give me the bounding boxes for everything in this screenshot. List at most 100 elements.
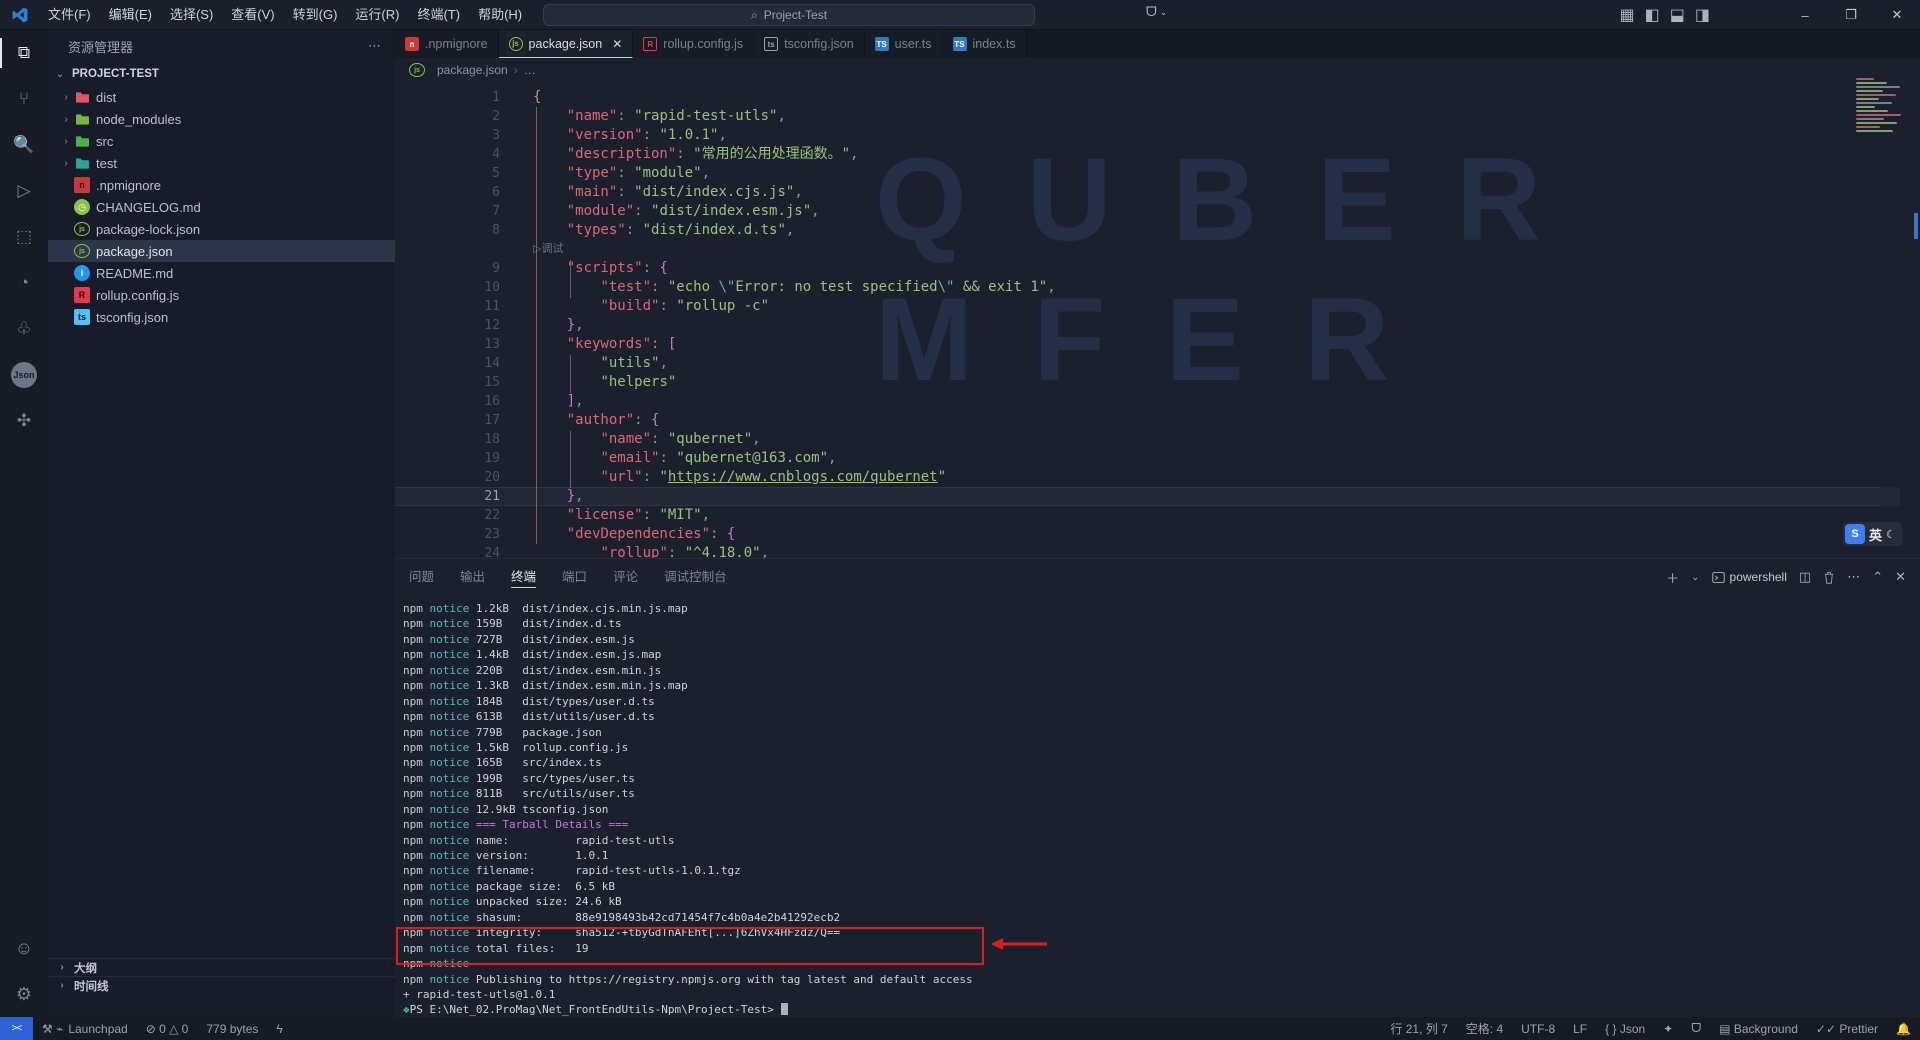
status-prettier[interactable]: ✓✓ Prettier (1807, 1017, 1887, 1040)
tree-item-package.json[interactable]: jspackage.json (48, 240, 395, 262)
terminal-dropdown-icon[interactable]: ⌄ (1691, 572, 1699, 583)
menu-item-T[interactable]: 终端(T) (408, 0, 469, 30)
line-number: 12 (395, 316, 500, 335)
command-center-search[interactable]: ⌕ Project-Test (543, 4, 1035, 26)
tab-index.ts[interactable]: TSindex.ts (943, 30, 1027, 58)
status-extension-a[interactable]: ✦ (1654, 1017, 1682, 1040)
tree-item-README.md[interactable]: iREADME.md (48, 262, 395, 284)
extensions-icon[interactable]: ⬚ (0, 214, 48, 260)
file-icon: n (405, 37, 419, 51)
panel-tab-评论[interactable]: 评论 (613, 559, 638, 595)
panel-tab-问题[interactable]: 问题 (409, 559, 434, 595)
status-power[interactable]: ϟ (267, 1017, 291, 1040)
line-number: 11 (395, 297, 500, 316)
toggle-panel-icon[interactable]: ⬓ (1670, 5, 1685, 25)
kill-terminal-icon[interactable] (1823, 571, 1835, 584)
customize-layout-icon[interactable]: ▦ (1620, 5, 1635, 25)
code-area[interactable]: 1{2 "name": "rapid-test-utls",3 "version… (395, 88, 1900, 558)
menu-item-F[interactable]: 文件(F) (39, 0, 100, 30)
tree-item-test[interactable]: ›test (48, 152, 395, 174)
split-terminal-icon[interactable]: ◫ (1799, 569, 1811, 585)
chevron-right-icon: › (58, 158, 74, 169)
terminal-line: npm notice 184B dist/types/user.d.ts (403, 694, 1903, 709)
menu-item-V[interactable]: 查看(V) (222, 0, 283, 30)
extension-tool-icon[interactable]: ✣ (0, 398, 48, 444)
tree-item-label: CHANGELOG.md (96, 200, 201, 215)
remote-indicator[interactable]: >< (0, 1017, 33, 1040)
tree-item-CHANGELOG.md[interactable]: ◷CHANGELOG.md (48, 196, 395, 218)
status-background-task[interactable]: ▤ Background (1710, 1017, 1807, 1040)
copilot-button[interactable]: ᗜ ⌄ (1146, 4, 1167, 20)
project-root-row[interactable]: ⌄ PROJECT-TEST (48, 62, 395, 86)
panel-close-icon[interactable]: ✕ (1895, 569, 1906, 585)
json-tools-icon[interactable]: Json (0, 352, 48, 398)
codelens-debug[interactable]: ▷调试 (395, 240, 1900, 259)
code-line-3: 3 "version": "1.0.1", (395, 126, 1900, 145)
remote-explorer-icon[interactable]: ◔ (0, 260, 48, 306)
code-line-2: 2 "name": "rapid-test-utls", (395, 107, 1900, 126)
panel-tab-端口[interactable]: 端口 (562, 559, 587, 595)
menu-item-S[interactable]: 选择(S) (161, 0, 222, 30)
shell-selector[interactable]: powershell (1712, 570, 1787, 584)
tab-tsconfig.json[interactable]: tstsconfig.json (754, 30, 864, 58)
tree-item-node_modules[interactable]: ›node_modules (48, 108, 395, 130)
menu-item-R[interactable]: 运行(R) (346, 0, 408, 30)
menu-item-G[interactable]: 转到(G) (284, 0, 347, 30)
panel-more-icon[interactable]: ⋯ (1847, 569, 1860, 585)
vscode-logo-icon (11, 6, 29, 24)
panel-tab-输出[interactable]: 输出 (460, 559, 485, 595)
activity-bar: ⧉⑂🔍▷⬚◔♧Json✣ ☺⚙ (0, 30, 48, 1017)
tree-item-.npmignore[interactable]: n.npmignore (48, 174, 395, 196)
search-icon: ⌕ (751, 8, 758, 23)
sidebar-more-actions-icon[interactable]: ⋯ (368, 38, 381, 54)
status-launchpad[interactable]: ⚒ ⌁Launchpad (33, 1017, 137, 1040)
explorer-icon[interactable]: ⧉ (0, 30, 48, 76)
status-notifications[interactable]: 🔔 (1887, 1017, 1920, 1040)
tab-close-icon[interactable]: ✕ (612, 37, 622, 51)
menu-item-H[interactable]: 帮助(H) (469, 0, 531, 30)
new-terminal-icon[interactable]: ＋ (1666, 568, 1679, 587)
search-icon[interactable]: 🔍 (0, 122, 48, 168)
panel-tab-调试控制台[interactable]: 调试控制台 (664, 559, 727, 595)
window-restore-button[interactable]: ❐ (1828, 0, 1874, 30)
source-control-icon[interactable]: ⑂ (0, 76, 48, 122)
window-close-button[interactable]: ✕ (1874, 0, 1920, 30)
panel-tab-终端[interactable]: 终端 (511, 559, 536, 595)
code-line-15: 15 "helpers" (395, 373, 1900, 392)
tree-item-rollup.config.js[interactable]: Rrollup.config.js (48, 284, 395, 306)
status-encoding[interactable]: UTF-8 (1512, 1017, 1564, 1040)
tab-rollup.config.js[interactable]: Rrollup.config.js (633, 30, 754, 58)
status-problems[interactable]: ⊘ 0 △ 0 (137, 1017, 198, 1040)
status-copilot[interactable]: ᗜ (1682, 1017, 1710, 1040)
status-eol[interactable]: LF (1564, 1017, 1596, 1040)
breadcrumb[interactable]: js package.json › … (395, 58, 1920, 82)
window-minimize-button[interactable]: – (1782, 0, 1828, 30)
tab-.npmignore[interactable]: n.npmignore (395, 30, 499, 58)
testing-icon[interactable]: ♧ (0, 306, 48, 352)
minimap[interactable] (1856, 78, 1906, 138)
tree-item-src[interactable]: ›src (48, 130, 395, 152)
tab-package.json[interactable]: jspackage.json✕ (499, 30, 634, 58)
panel-maximize-icon[interactable]: ⌃ (1872, 569, 1883, 585)
status-indentation[interactable]: 空格: 4 (1457, 1017, 1512, 1040)
code-line-14: 14 "utils", (395, 354, 1900, 373)
status-file-size[interactable]: 779 bytes (197, 1017, 267, 1040)
run-and-debug-icon[interactable]: ▷ (0, 168, 48, 214)
sidebar-section-大纲[interactable]: ›大纲 (48, 958, 395, 976)
settings-icon[interactable]: ⚙ (0, 971, 48, 1017)
status-language-mode[interactable]: { } Json (1596, 1017, 1654, 1040)
menu-item-E[interactable]: 编辑(E) (100, 0, 161, 30)
sidebar-section-时间线[interactable]: ›时间线 (48, 976, 395, 994)
status-cursor-position[interactable]: 行 21, 列 7 (1381, 1017, 1456, 1040)
toggle-sidebar-icon[interactable]: ◧ (1645, 5, 1660, 25)
tree-item-dist[interactable]: ›dist (48, 86, 395, 108)
tree-item-tsconfig.json[interactable]: tstsconfig.json (48, 306, 395, 328)
tab-user.ts[interactable]: TSuser.ts (865, 30, 943, 58)
ime-logo-icon: S (1845, 524, 1865, 544)
toggle-secondary-sidebar-icon[interactable]: ◨ (1695, 5, 1710, 25)
terminal-prompt[interactable]: ❖PS E:\Net_02.ProMag\Net_FrontEndUtils-N… (403, 1002, 1903, 1017)
code-line-6: 6 "main": "dist/index.cjs.js", (395, 183, 1900, 202)
tree-item-package-lock.json[interactable]: jspackage-lock.json (48, 218, 395, 240)
ime-widget[interactable]: S 英 ☾ (1843, 522, 1902, 546)
accounts-icon[interactable]: ☺ (0, 925, 48, 971)
